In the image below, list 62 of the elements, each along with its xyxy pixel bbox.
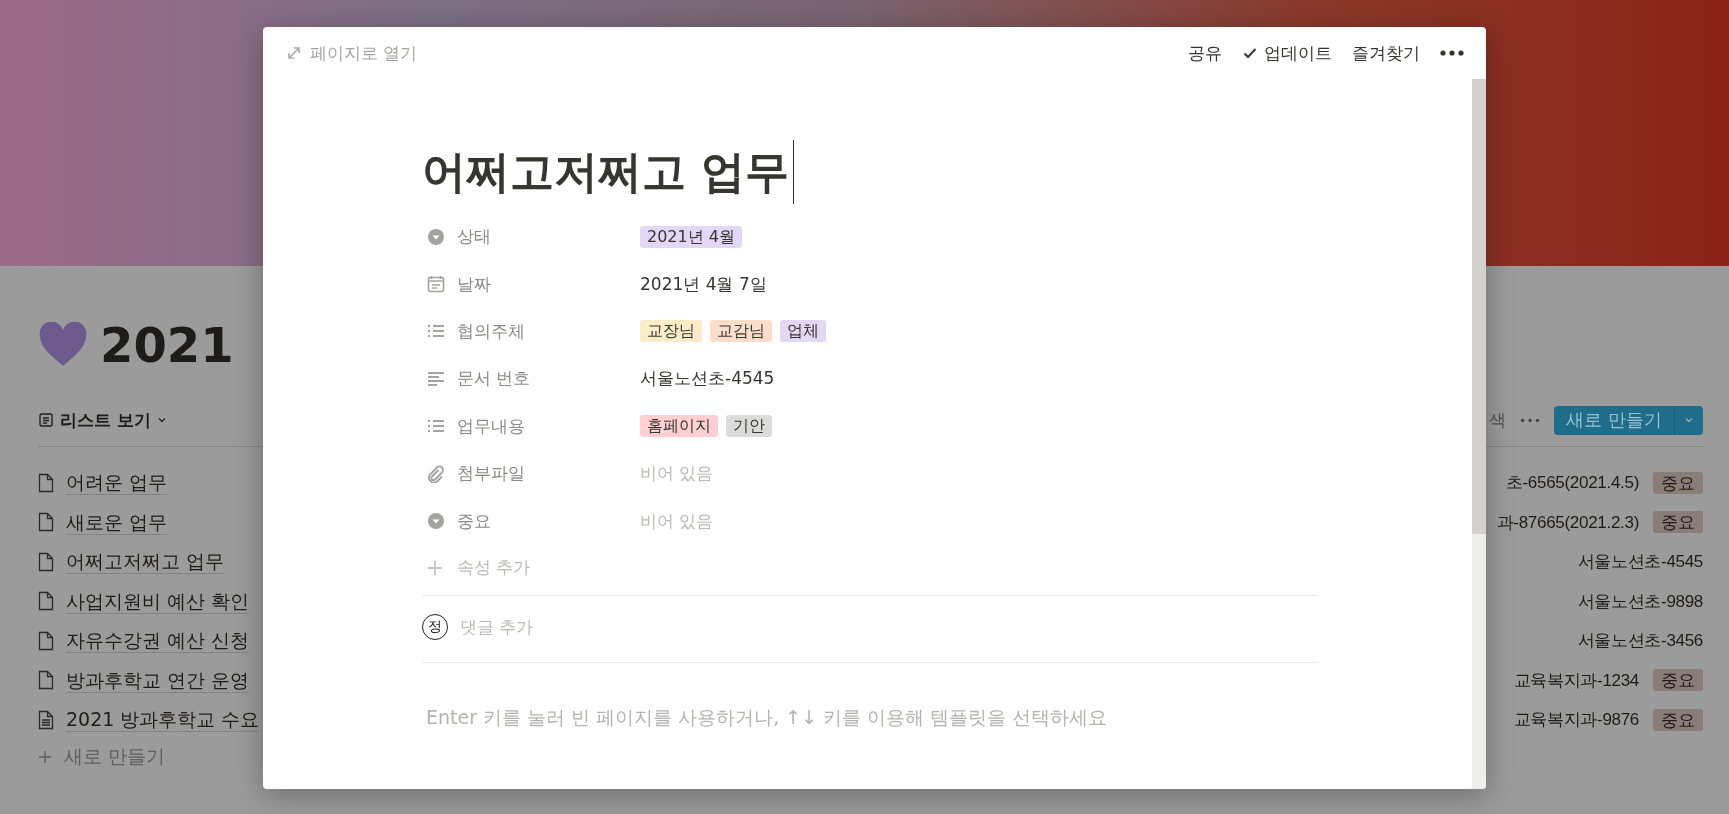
document-number: 교육복지과-9876 [1513,709,1639,732]
page-title[interactable]: 어쩌고저쩌고 업무 [422,142,790,202]
list-view-icon [38,412,54,428]
page-title: 2021 [100,317,234,373]
page-icon [38,670,54,691]
tag: 홈페이지 [640,415,718,438]
tag: 중요 [1653,471,1703,494]
property-value[interactable]: 서울노션초-4545 [640,367,775,391]
document-number: 서울노션초-3456 [1577,630,1703,653]
tag: 교장님 [640,320,702,343]
caret-icon [1684,415,1694,425]
paperclip-icon [427,464,445,483]
property-label[interactable]: 상태 [422,225,640,249]
header-action[interactable]: 업데이트 [1242,41,1332,65]
property-value[interactable]: 2021년 4월 7일 [640,272,767,296]
page-link[interactable]: 어쩌고저쩌고 업무 [66,549,225,575]
tag: 중요 [1653,511,1703,534]
more-icon[interactable] [1440,50,1464,56]
page-icon [38,630,54,651]
expand-icon [287,46,301,60]
page-icon [38,472,54,493]
plus-icon [38,749,52,764]
tag: 2021년 4월 [640,225,742,248]
tag: 업체 [780,320,826,343]
document-number: 서울노션초-4545 [1577,551,1703,574]
page-icon [38,512,54,533]
property-label[interactable]: 첨부파일 [422,462,640,486]
page-link[interactable]: 방과후학교 연간 운영 [66,667,250,693]
document-number: 서울노션초-9898 [1577,590,1703,613]
document-number: 교육복지과-1234 [1513,669,1639,692]
tag: 교감님 [710,320,772,343]
document-icon [38,709,54,730]
dropdown-icon [427,512,445,531]
document-number: 과-87665(2021.2.3) [1496,511,1639,534]
page-link[interactable]: 새로운 업무 [66,509,168,535]
text-icon [427,369,445,388]
property-label[interactable]: 업무내용 [422,414,640,438]
tag: 중요 [1653,708,1703,731]
text-cursor [793,140,795,204]
heart-icon [38,322,88,368]
template-hint: Enter 키를 눌러 빈 페이지를 사용하거나, ↑↓ 키를 이용해 템플릿을 선택하세요 [426,704,1109,730]
tag: 중요 [1653,669,1703,692]
calendar-icon [427,275,445,294]
page-link[interactable]: 사업지원비 예산 확인 [66,588,250,614]
property-label[interactable]: 날짜 [422,272,640,296]
plus-icon [427,559,443,576]
page-icon [38,551,54,572]
caret-icon [156,415,167,425]
property-label[interactable]: 협의주체 [422,319,640,343]
document-number: 초-6565(2021.4.5) [1505,472,1639,495]
tag: 기안 [726,415,772,438]
header-action[interactable]: 즐겨찾기 [1352,41,1420,65]
view-selector[interactable]: 리스트 보기 [38,408,167,432]
page-link[interactable]: 어려운 업무 [66,470,168,496]
scrollbar[interactable] [1472,79,1486,789]
page-link[interactable]: 자유수강권 예산 신청 [66,628,250,654]
dropdown-icon [427,227,445,246]
property-label[interactable]: 문서 번호 [422,367,640,391]
page-icon [38,591,54,612]
page-link[interactable]: 2021 방과후학교 수요 [66,707,260,733]
property-label[interactable]: 중요 [422,509,640,533]
header-action[interactable]: 공유 [1188,41,1222,65]
